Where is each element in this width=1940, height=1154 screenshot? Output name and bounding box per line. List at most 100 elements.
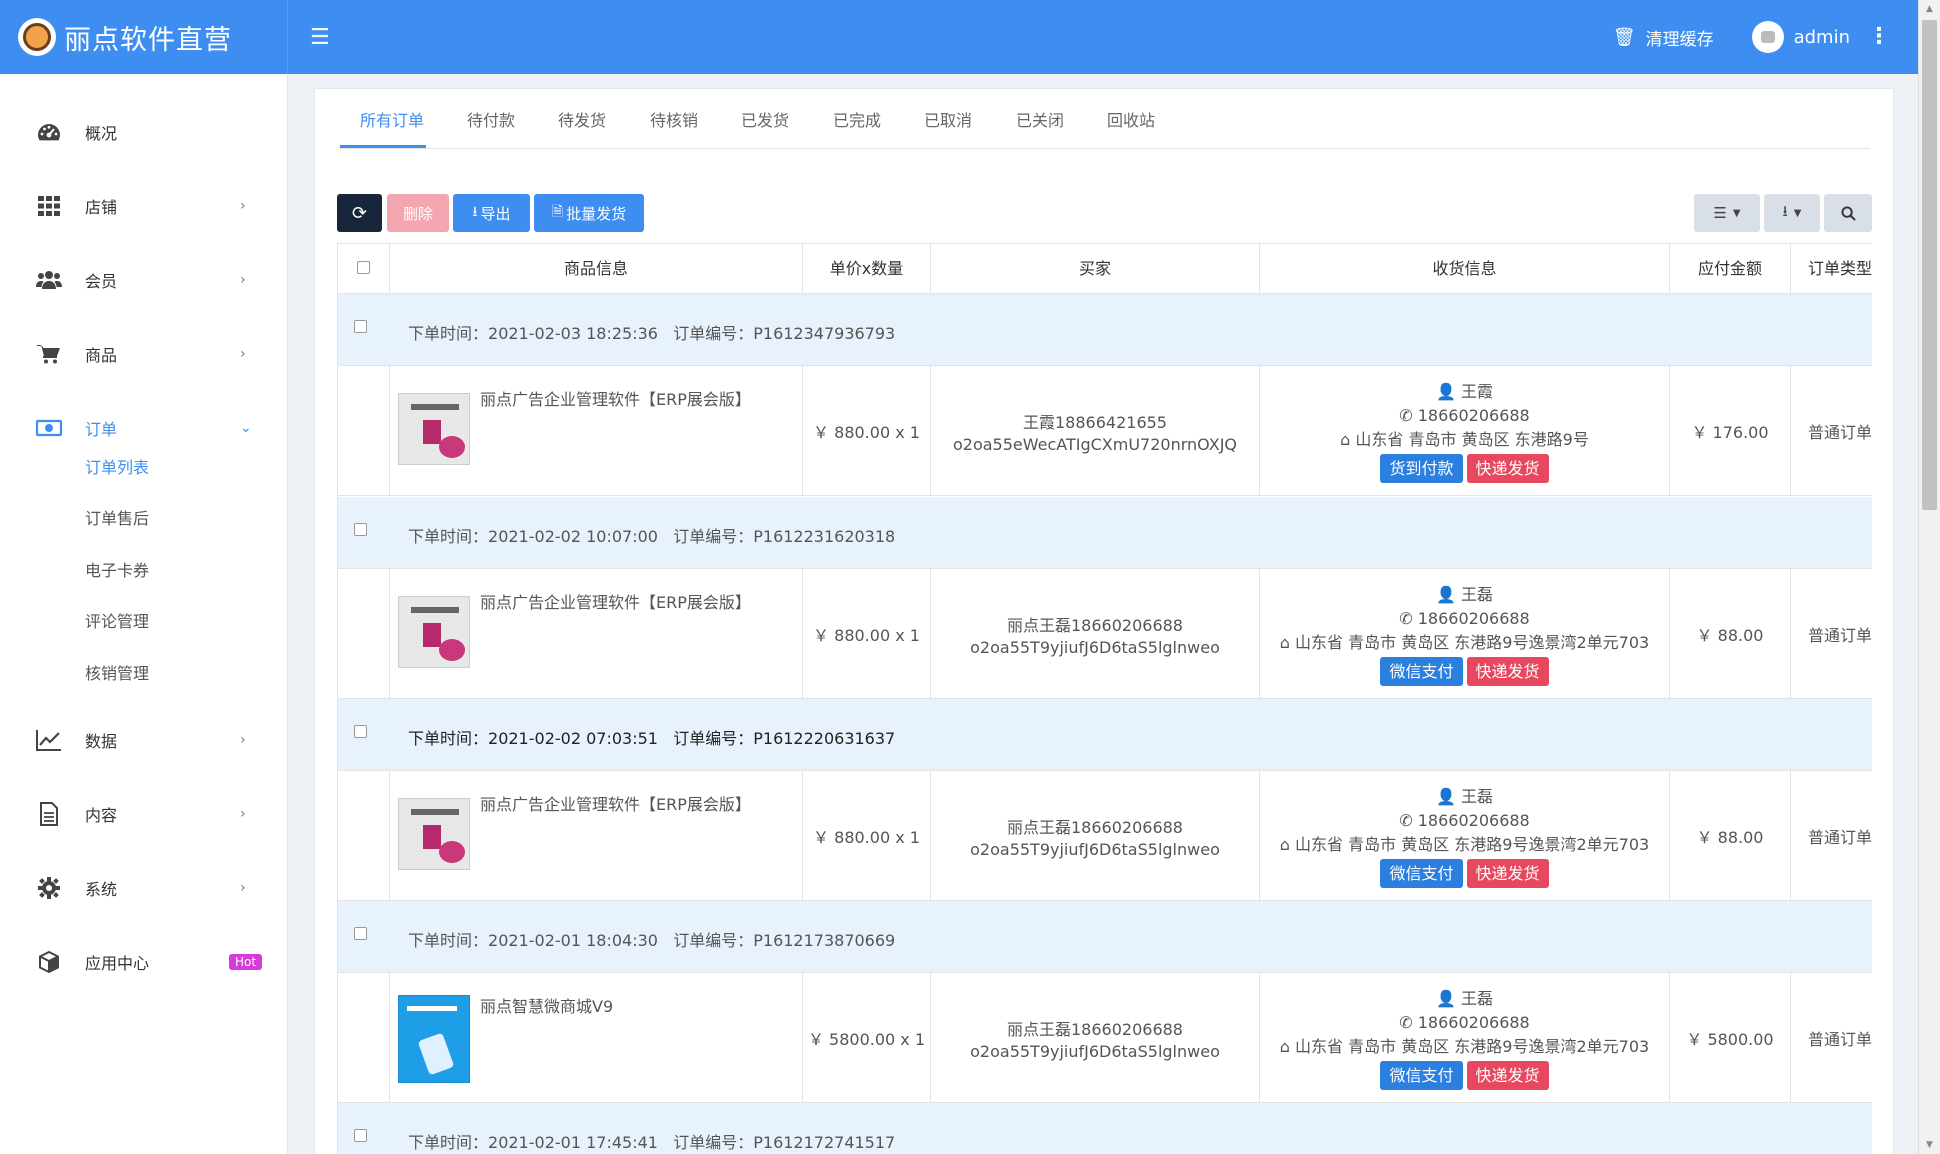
page-scrollbar[interactable]: ▲ ▼ — [1918, 0, 1940, 1154]
phone-icon: ✆ — [1399, 608, 1413, 628]
sidebar: 概况 店铺 › 会员 › 商品 › 订单 ⌄ 订单列表 订单售后 电子卡券 评论… — [0, 74, 288, 1154]
order-checkbox[interactable] — [354, 1129, 367, 1142]
delete-button[interactable]: 删除 — [387, 194, 449, 232]
sidebar-sub-comments[interactable]: 评论管理 — [85, 608, 149, 632]
sidebar-item-orders[interactable]: 订单 ⌄ — [0, 408, 288, 448]
order-meta: 下单时间：2021-02-03 18:25:36 订单编号：P161234793… — [408, 324, 896, 343]
product-cell: 丽点广告企业管理软件【ERP展会版】 — [390, 771, 803, 901]
clear-cache-button[interactable]: 🗑 清理缓存 — [1613, 25, 1714, 50]
sidebar-item-app-center[interactable]: 应用中心 Hot — [0, 942, 288, 982]
buyer-name: 丽点王磊18660206688 — [1007, 817, 1183, 837]
username[interactable]: admin — [1794, 27, 1850, 48]
tab-pending-verify[interactable]: 待核销 — [650, 109, 698, 149]
receiver-phone: 18660206688 — [1417, 1012, 1530, 1032]
download-dropdown-button[interactable]: ⭳ ▼ — [1764, 194, 1820, 232]
tab-recycle-bin[interactable]: 回收站 — [1107, 109, 1155, 149]
chart-line-icon — [36, 727, 62, 753]
tab-completed[interactable]: 已完成 — [833, 109, 881, 149]
chevron-right-icon: › — [240, 732, 246, 748]
export-button[interactable]: ⭳ 导出 — [453, 194, 530, 232]
order-header-row: 下单时间：2021-02-01 17:45:41 订单编号：P161217274… — [338, 1103, 1872, 1154]
sidebar-sub-after-sale[interactable]: 订单售后 — [85, 505, 149, 529]
col-header-amount: 应付金额 — [1670, 244, 1791, 295]
basket-icon: 🗑 — [1612, 26, 1636, 48]
product-name[interactable]: 丽点广告企业管理软件【ERP展会版】 — [480, 791, 751, 815]
avatar[interactable] — [1751, 21, 1784, 53]
table-row: 丽点智慧微商城V9 ￥ 5800.00 x 1 丽点王磊18660206688 … — [338, 973, 1872, 1103]
amount-cell: ￥ 5800.00 — [1670, 973, 1791, 1103]
chevron-down-icon: ⌄ — [240, 420, 252, 436]
sidebar-item-shop[interactable]: 店铺 › — [0, 186, 288, 226]
sidebar-item-overview[interactable]: 概况 — [0, 112, 288, 152]
chevron-right-icon: › — [240, 198, 246, 214]
order-checkbox[interactable] — [354, 320, 367, 333]
refresh-button[interactable]: ⟳ — [337, 194, 382, 232]
product-name[interactable]: 丽点广告企业管理软件【ERP展会版】 — [480, 386, 751, 410]
product-name[interactable]: 丽点广告企业管理软件【ERP展会版】 — [480, 589, 751, 613]
scrollbar-thumb[interactable] — [1922, 20, 1937, 510]
row-spacer-cell — [338, 569, 390, 699]
col-header-shipping: 收货信息 — [1260, 244, 1670, 295]
product-thumbnail[interactable] — [398, 798, 470, 870]
money-icon — [36, 415, 62, 441]
col-header-type: 订单类型 — [1808, 259, 1872, 278]
sidebar-item-content[interactable]: 内容 › — [0, 794, 288, 834]
sidebar-item-system[interactable]: 系统 › — [0, 868, 288, 908]
payment-method-badge: 货到付款 — [1380, 453, 1463, 483]
gear-icon — [36, 875, 62, 901]
table-row: 丽点广告企业管理软件【ERP展会版】 ￥ 880.00 x 1 丽点王磊1866… — [338, 771, 1872, 901]
users-icon — [36, 267, 62, 293]
payment-method-badge: 微信支付 — [1380, 858, 1463, 888]
col-header-buyer: 买家 — [931, 244, 1260, 295]
buyer-cell: 丽点王磊18660206688 o2oa55T9yjiufJ6D6taS5lgl… — [931, 569, 1260, 699]
buyer-name: 王霞18866421655 — [1023, 412, 1167, 432]
tab-shipped[interactable]: 已发货 — [741, 109, 789, 149]
product-thumbnail[interactable] — [398, 596, 470, 668]
sidebar-item-members[interactable]: 会员 › — [0, 260, 288, 300]
document-icon — [36, 801, 62, 827]
user-icon: 👤 — [1435, 988, 1456, 1008]
sidebar-label-shop: 店铺 — [85, 198, 118, 217]
columns-dropdown-button[interactable]: ☰ ▼ — [1694, 194, 1760, 232]
product-thumbnail[interactable] — [398, 995, 470, 1083]
sidebar-sub-verification[interactable]: 核销管理 — [85, 660, 149, 684]
dashboard-icon — [36, 119, 62, 145]
tab-cancelled[interactable]: 已取消 — [924, 109, 972, 149]
scroll-up-icon[interactable]: ▲ — [1919, 0, 1940, 18]
home-icon: ⌂ — [1340, 429, 1351, 449]
more-vertical-icon[interactable]: ⋮ — [1868, 26, 1890, 48]
buyer-openid: o2oa55T9yjiufJ6D6taS5lglnweo — [970, 839, 1220, 859]
order-checkbox[interactable] — [354, 927, 367, 940]
clear-cache-label: 清理缓存 — [1645, 29, 1714, 50]
receiver-phone: 18660206688 — [1417, 405, 1530, 425]
brand[interactable]: 丽点软件直营 — [0, 0, 288, 74]
sidebar-sub-order-list[interactable]: 订单列表 — [85, 454, 149, 478]
scroll-down-icon[interactable]: ▼ — [1919, 1136, 1940, 1154]
select-all-checkbox[interactable] — [357, 261, 370, 274]
sidebar-item-data[interactable]: 数据 › — [0, 720, 288, 760]
sidebar-sub-e-coupons[interactable]: 电子卡券 — [85, 557, 149, 581]
shipping-cell: 👤 王磊 ✆ 18660206688 ⌂ 山东省 青岛市 黄岛区 东港路9号逸景… — [1260, 771, 1670, 901]
product-name[interactable]: 丽点智慧微商城V9 — [480, 993, 613, 1017]
order-checkbox[interactable] — [354, 725, 367, 738]
delivery-method-badge: 快递发货 — [1466, 453, 1549, 483]
receiver-address: 山东省 青岛市 黄岛区 东港路9号逸景湾2单元703 — [1295, 1036, 1650, 1056]
home-icon: ⌂ — [1279, 1036, 1290, 1056]
tab-closed[interactable]: 已关闭 — [1016, 109, 1064, 149]
buyer-cell: 丽点王磊18660206688 o2oa55T9yjiufJ6D6taS5lgl… — [931, 973, 1260, 1103]
tab-pending-payment[interactable]: 待付款 — [467, 109, 515, 149]
tab-pending-shipment[interactable]: 待发货 — [558, 109, 606, 149]
order-header-row: 下单时间：2021-02-01 18:04:30 订单编号：P161217387… — [338, 901, 1872, 973]
orders-table: 商品信息 单价x数量 买家 收货信息 应付金额 订单类型 下单时间：2021-0… — [337, 243, 1872, 1154]
menu-toggle-icon[interactable]: ☰ — [310, 25, 330, 50]
price-cell: ￥ 880.00 x 1 — [803, 569, 931, 699]
batch-ship-button[interactable]: 🗎 批量发货 — [534, 194, 644, 232]
order-checkbox[interactable] — [354, 523, 367, 536]
order-header-row: 下单时间：2021-02-03 18:25:36 订单编号：P161234793… — [338, 294, 1872, 366]
phone-icon: ✆ — [1399, 810, 1413, 830]
chevron-right-icon: › — [240, 346, 246, 362]
search-button[interactable] — [1824, 194, 1872, 232]
tab-all-orders[interactable]: 所有订单 — [360, 109, 424, 149]
product-thumbnail[interactable] — [398, 393, 470, 465]
sidebar-item-goods[interactable]: 商品 › — [0, 334, 288, 374]
